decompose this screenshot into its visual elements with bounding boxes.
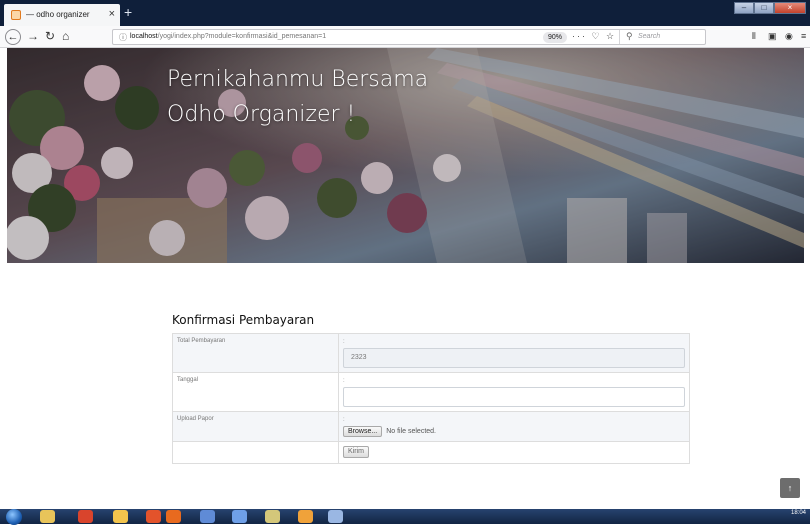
account-icon[interactable]: ◉ (785, 31, 793, 41)
hero-banner: Pernikahanmu Bersama Odho Organizer ! (7, 48, 804, 263)
hero-title-line-2: Odho Organizer ! (167, 102, 356, 127)
upload-label: Upload Papor (172, 411, 339, 442)
submit-button[interactable]: Kirim (343, 446, 369, 458)
colon-label: : (343, 339, 345, 345)
window-controls: – □ × (734, 2, 806, 14)
scroll-to-top-button[interactable]: ↑ (780, 478, 800, 498)
date-cell: : (338, 372, 690, 412)
date-field[interactable] (343, 387, 685, 407)
url-host: localhost (130, 33, 158, 40)
file-status-text: No file selected. (386, 428, 436, 435)
submit-cell: Kirim (338, 441, 690, 464)
browser-nav-bar: ← → ↻ ⌂ ⓘ localhost/yogi/index.php?modul… (0, 26, 810, 48)
menu-icon[interactable]: ≡ (801, 31, 806, 41)
search-box[interactable]: ⚲ Search (619, 30, 705, 44)
empty-cell (172, 441, 339, 464)
library-icon[interactable]: ⫴ (752, 31, 756, 41)
sidebar-icon[interactable]: ▣ (768, 31, 777, 41)
table-row: Total Pembayaran : 2323 (172, 333, 690, 373)
table-row: Kirim (172, 441, 690, 464)
search-app-icon[interactable] (232, 510, 247, 523)
total-label: Total Pembayaran (172, 333, 339, 373)
system-clock[interactable]: 18:04 (791, 510, 806, 516)
total-cell: : 2323 (338, 333, 690, 373)
date-label: Tanggal (172, 372, 339, 412)
windows-taskbar: 18:04 (0, 509, 810, 525)
total-payment-field[interactable]: 2323 (343, 348, 685, 368)
browser-tab[interactable]: — odho organizer × (4, 4, 120, 26)
url-path: /yogi/index.php?module=konfirmasi&id_pem… (157, 33, 327, 40)
file-upload-field[interactable]: Browse... No file selected. (343, 426, 685, 437)
payment-form-table: Total Pembayaran : 2323 Tanggal : Upload… (172, 333, 690, 464)
document-icon[interactable] (328, 510, 343, 523)
editor-icon[interactable] (265, 510, 280, 523)
tab-close-icon[interactable]: × (109, 8, 115, 20)
browser-app-icon[interactable] (298, 510, 313, 523)
browser-tab-bar: — odho organizer × + – □ × (0, 0, 810, 26)
maximize-button[interactable]: □ (754, 2, 774, 14)
minimize-button[interactable]: – (734, 2, 754, 14)
payment-confirmation-section: Konfirmasi Pembayaran Total Pembayaran :… (172, 313, 690, 464)
browse-button[interactable]: Browse... (343, 426, 383, 437)
colon-label: : (343, 417, 345, 423)
site-info-icon[interactable]: ⓘ (119, 32, 127, 43)
url-bar[interactable]: ⓘ localhost/yogi/index.php?module=konfir… (112, 29, 706, 45)
paint-icon[interactable] (113, 510, 128, 523)
xampp-icon[interactable] (146, 510, 161, 523)
hero-title: Pernikahanmu Bersama Odho Organizer ! (167, 62, 428, 132)
zoom-level-badge[interactable]: 90% (543, 32, 568, 43)
explorer-icon[interactable] (40, 510, 55, 523)
firefox-icon[interactable] (166, 510, 181, 523)
close-window-button[interactable]: × (774, 2, 806, 14)
sublime-icon[interactable] (200, 510, 215, 523)
search-icon: ⚲ (626, 31, 633, 41)
page-title: Konfirmasi Pembayaran (172, 313, 315, 327)
table-row: Upload Papor : Browse... No file selecte… (172, 411, 690, 442)
tab-title: — odho organizer (26, 10, 90, 19)
upload-cell: : Browse... No file selected. (338, 411, 690, 442)
table-row: Tanggal : (172, 372, 690, 412)
back-arrow-icon[interactable]: ← (5, 29, 21, 45)
chrome-icon[interactable] (78, 510, 93, 523)
home-icon[interactable]: ⌂ (62, 29, 69, 43)
start-button-icon[interactable] (6, 509, 22, 525)
page-actions-icon[interactable]: ··· ♡ ☆ (572, 31, 616, 42)
search-placeholder: Search (638, 33, 661, 40)
site-favicon-icon (11, 10, 21, 20)
url-text[interactable]: localhost/yogi/index.php?module=konfirma… (130, 33, 326, 40)
hero-title-line-1: Pernikahanmu Bersama (167, 67, 429, 92)
forward-arrow-icon[interactable]: → (27, 29, 39, 43)
new-tab-button[interactable]: + (124, 5, 132, 19)
reload-icon[interactable]: ↻ (45, 29, 55, 43)
colon-label: : (343, 378, 345, 384)
